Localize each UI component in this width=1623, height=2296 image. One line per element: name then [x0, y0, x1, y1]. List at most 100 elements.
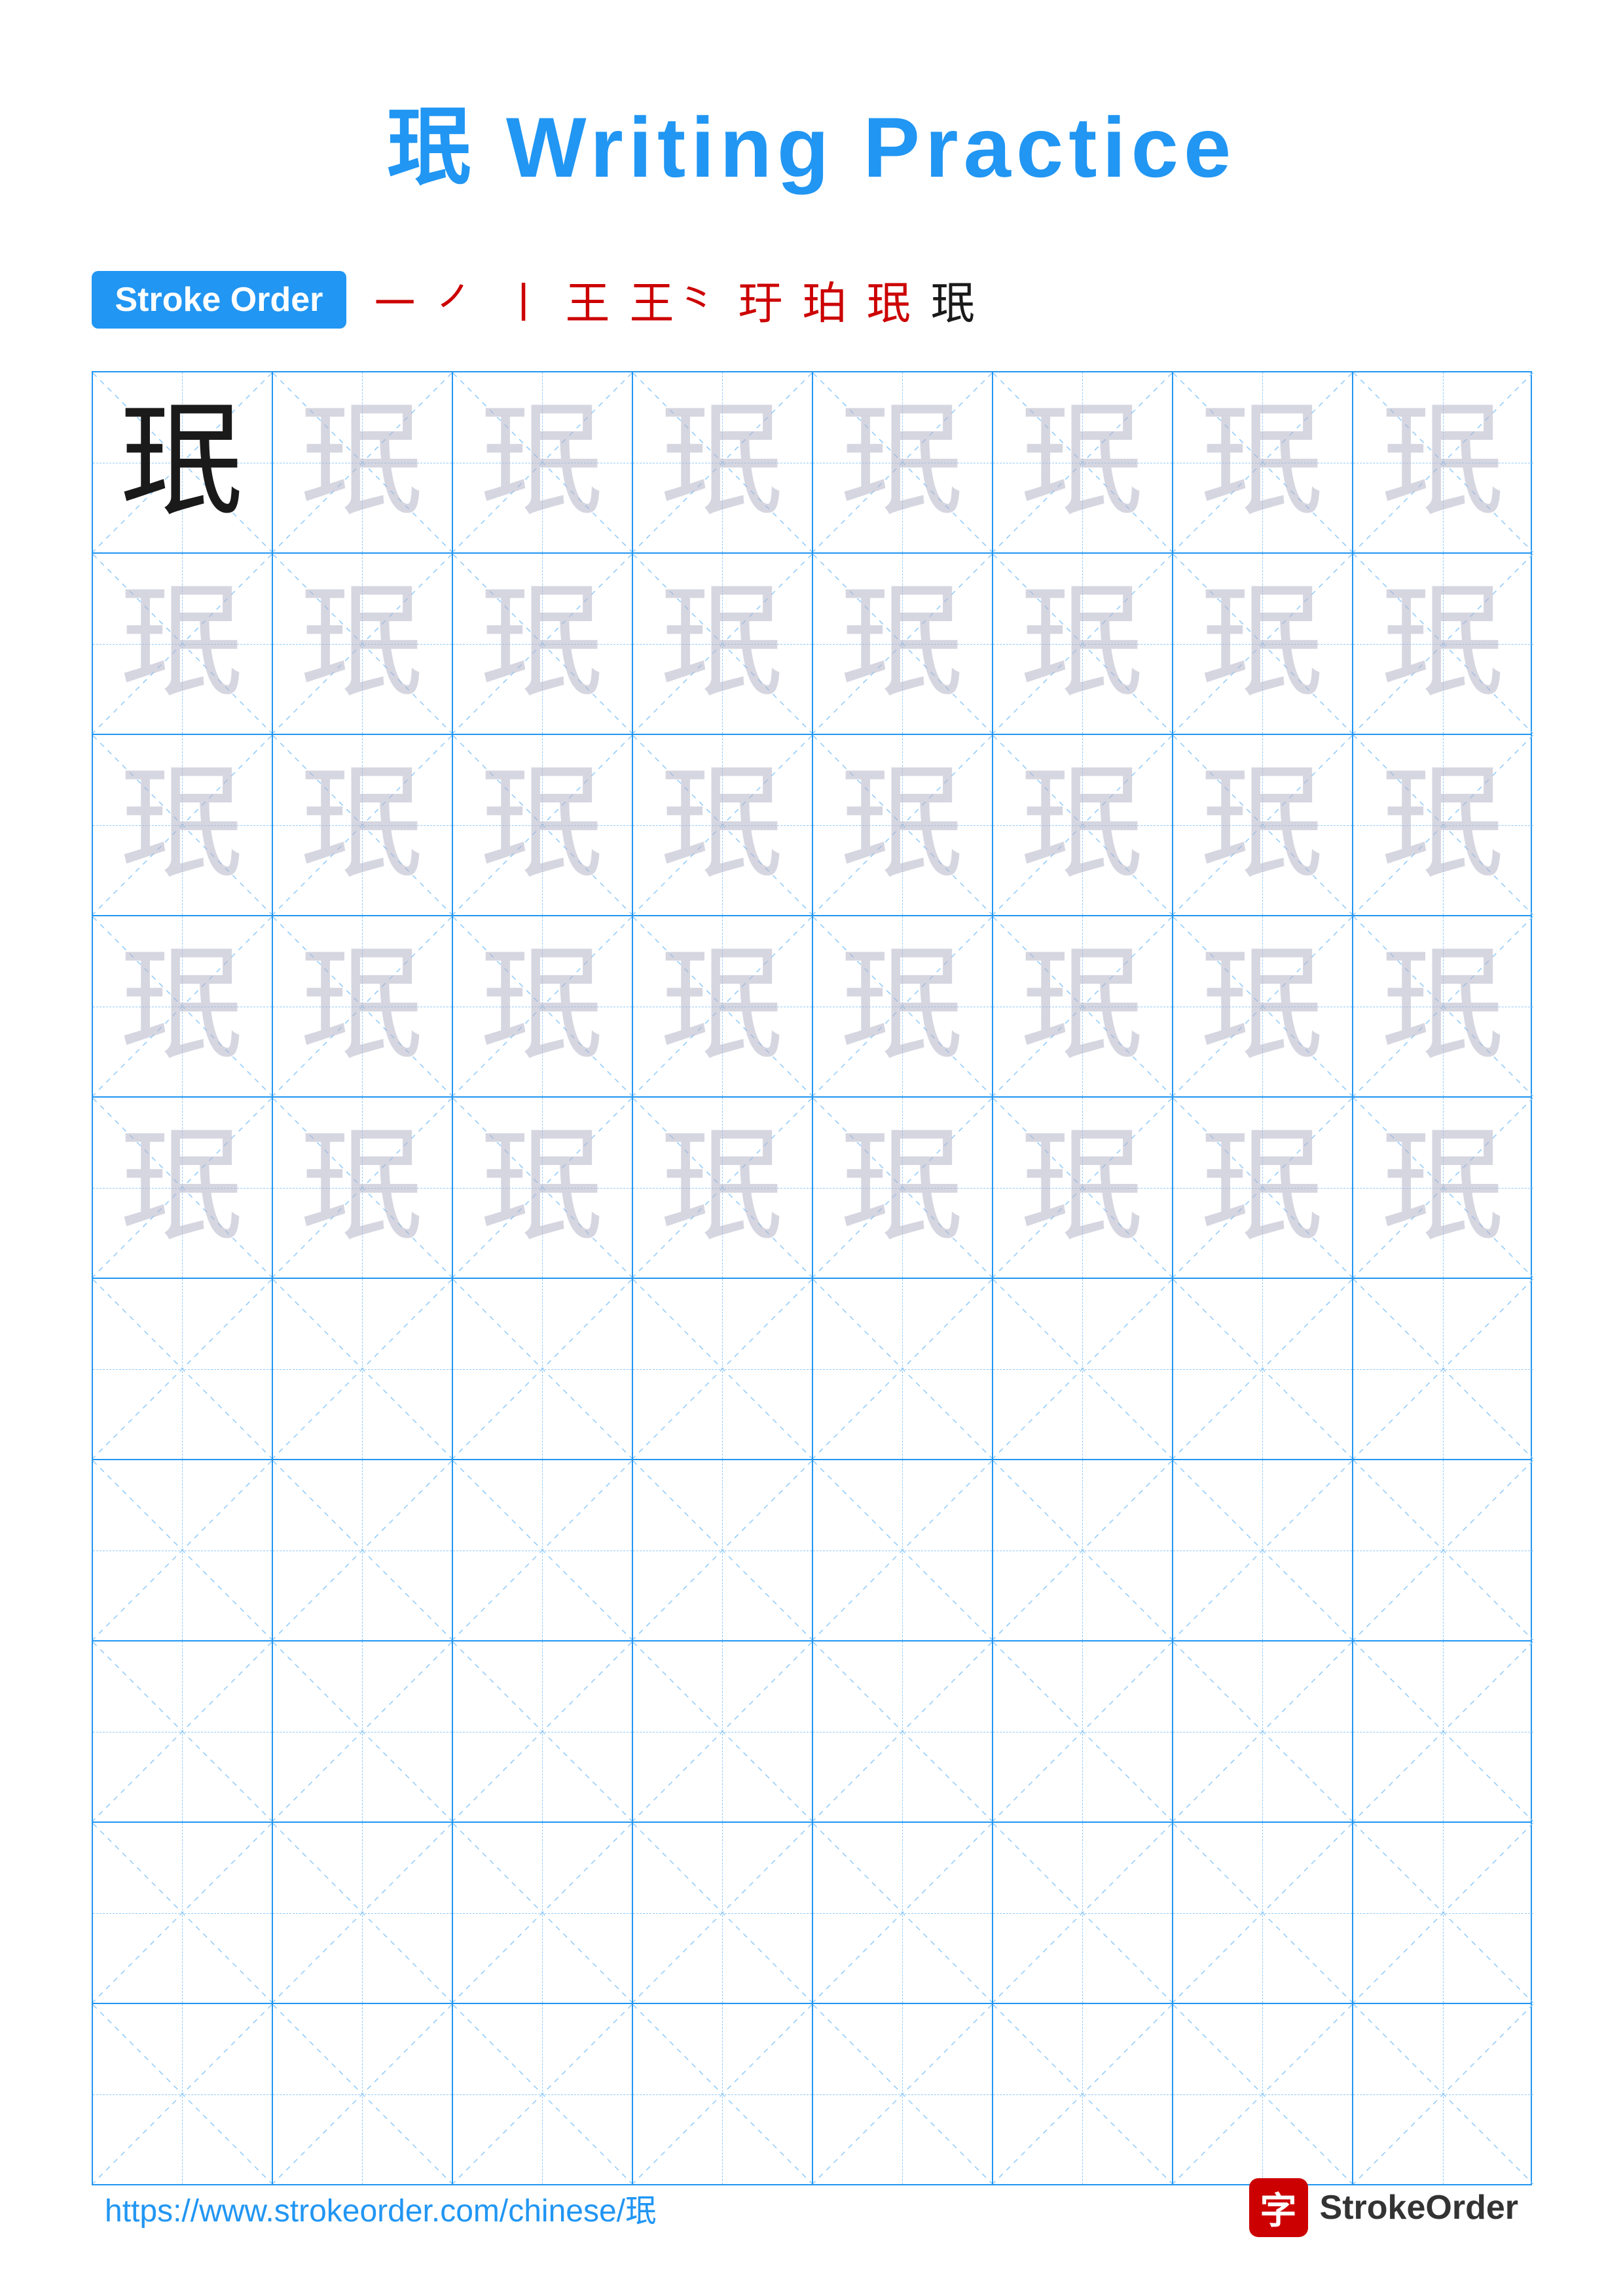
grid-cell[interactable]: 珉 [813, 916, 993, 1096]
grid-cell[interactable] [453, 2004, 633, 2184]
grid-cell[interactable] [633, 1460, 813, 1640]
grid-cell[interactable]: 珉 [1173, 1098, 1353, 1278]
grid-cell[interactable] [453, 1641, 633, 1821]
grid-cell[interactable] [1353, 2004, 1533, 2184]
grid-cell[interactable]: 珉 [1173, 372, 1353, 552]
grid-cell[interactable] [453, 1460, 633, 1640]
grid-cell[interactable]: 珉 [273, 554, 453, 734]
grid-row: 珉珉珉珉珉珉珉珉 [93, 372, 1531, 554]
grid-cell[interactable]: 珉 [453, 1098, 633, 1278]
grid-cell[interactable]: 珉 [1173, 916, 1353, 1096]
practice-char: 珉 [1020, 582, 1144, 706]
grid-row: 珉珉珉珉珉珉珉珉 [93, 735, 1531, 916]
grid-cell[interactable]: 珉 [453, 554, 633, 734]
grid-cell[interactable] [993, 1823, 1173, 2003]
grid-cell[interactable] [1353, 1279, 1533, 1459]
practice-grid: 珉珉珉珉珉珉珉珉珉珉珉珉珉珉珉珉珉珉珉珉珉珉珉珉珉珉珉珉珉珉珉珉珉珉珉珉珉珉珉珉 [92, 371, 1532, 2185]
grid-cell[interactable]: 珉 [633, 916, 813, 1096]
stroke-step-3: ㇑ [501, 267, 545, 332]
page-title: 珉 Writing Practice [387, 79, 1236, 202]
grid-cell[interactable] [1173, 1641, 1353, 1821]
grid-cell[interactable] [93, 1460, 273, 1640]
grid-cell[interactable]: 珉 [813, 1098, 993, 1278]
grid-cell[interactable] [273, 1279, 453, 1459]
grid-row [93, 2004, 1531, 2184]
grid-cell[interactable]: 珉 [633, 1098, 813, 1278]
grid-cell[interactable]: 珉 [993, 735, 1173, 915]
grid-cell[interactable]: 珉 [93, 554, 273, 734]
grid-cell[interactable] [813, 1279, 993, 1459]
grid-cell[interactable]: 珉 [993, 554, 1173, 734]
grid-cell[interactable] [633, 2004, 813, 2184]
grid-cell[interactable]: 珉 [993, 372, 1173, 552]
practice-char: 珉 [480, 763, 604, 888]
grid-cell[interactable]: 珉 [1173, 554, 1353, 734]
grid-cell[interactable] [1353, 1823, 1533, 2003]
grid-cell[interactable]: 珉 [273, 1098, 453, 1278]
grid-cell[interactable] [273, 1460, 453, 1640]
practice-char: 珉 [840, 763, 964, 888]
grid-cell[interactable] [633, 1823, 813, 2003]
grid-cell[interactable]: 珉 [633, 372, 813, 552]
stroke-step-8: 珉 [867, 267, 911, 332]
practice-char: 珉 [660, 582, 784, 706]
grid-cell[interactable] [93, 1823, 273, 2003]
grid-cell[interactable] [453, 1823, 633, 2003]
grid-cell[interactable]: 珉 [273, 372, 453, 552]
practice-char: 珉 [1020, 944, 1144, 1069]
grid-cell[interactable] [1353, 1641, 1533, 1821]
grid-cell[interactable]: 珉 [1353, 916, 1533, 1096]
grid-cell[interactable]: 珉 [273, 916, 453, 1096]
grid-cell[interactable]: 珉 [453, 735, 633, 915]
grid-cell[interactable] [993, 2004, 1173, 2184]
grid-cell[interactable]: 珉 [813, 554, 993, 734]
grid-cell[interactable] [1173, 1460, 1353, 1640]
grid-cell[interactable]: 珉 [993, 916, 1173, 1096]
practice-char: 珉 [1381, 582, 1505, 706]
grid-cell[interactable]: 珉 [1353, 735, 1533, 915]
grid-cell[interactable]: 珉 [813, 735, 993, 915]
grid-cell[interactable] [813, 2004, 993, 2184]
footer-logo-text: StrokeOrder [1320, 2188, 1518, 2227]
grid-cell[interactable] [93, 1641, 273, 1821]
grid-cell[interactable]: 珉 [1173, 735, 1353, 915]
grid-cell[interactable] [993, 1460, 1173, 1640]
grid-cell[interactable]: 珉 [813, 372, 993, 552]
grid-cell[interactable] [273, 1641, 453, 1821]
grid-cell[interactable] [453, 1279, 633, 1459]
grid-cell[interactable] [1173, 1279, 1353, 1459]
grid-cell[interactable] [633, 1641, 813, 1821]
grid-cell[interactable]: 珉 [993, 1098, 1173, 1278]
grid-cell[interactable]: 珉 [93, 372, 273, 552]
grid-cell[interactable]: 珉 [453, 916, 633, 1096]
grid-cell[interactable]: 珉 [1353, 1098, 1533, 1278]
grid-cell[interactable] [273, 2004, 453, 2184]
grid-cell[interactable]: 珉 [93, 735, 273, 915]
grid-cell[interactable] [1173, 2004, 1353, 2184]
grid-cell[interactable] [813, 1460, 993, 1640]
practice-char: 珉 [1020, 763, 1144, 888]
grid-cell[interactable]: 珉 [633, 554, 813, 734]
grid-row [93, 1460, 1531, 1641]
footer-url[interactable]: https://www.strokeorder.com/chinese/珉 [105, 2185, 657, 2231]
grid-cell[interactable]: 珉 [273, 735, 453, 915]
practice-char: 珉 [300, 1126, 424, 1250]
grid-cell[interactable] [93, 1279, 273, 1459]
grid-cell[interactable] [1173, 1823, 1353, 2003]
grid-cell[interactable]: 珉 [93, 916, 273, 1096]
grid-cell[interactable] [93, 2004, 273, 2184]
grid-cell[interactable] [813, 1823, 993, 2003]
grid-cell[interactable] [1353, 1460, 1533, 1640]
grid-cell[interactable] [633, 1279, 813, 1459]
grid-cell[interactable] [813, 1641, 993, 1821]
practice-char: 珉 [480, 944, 604, 1069]
grid-cell[interactable] [993, 1641, 1173, 1821]
grid-cell[interactable]: 珉 [633, 735, 813, 915]
grid-cell[interactable]: 珉 [1353, 554, 1533, 734]
grid-cell[interactable]: 珉 [93, 1098, 273, 1278]
grid-cell[interactable] [993, 1279, 1173, 1459]
grid-cell[interactable]: 珉 [1353, 372, 1533, 552]
grid-cell[interactable]: 珉 [453, 372, 633, 552]
practice-char: 珉 [480, 1126, 604, 1250]
grid-cell[interactable] [273, 1823, 453, 2003]
